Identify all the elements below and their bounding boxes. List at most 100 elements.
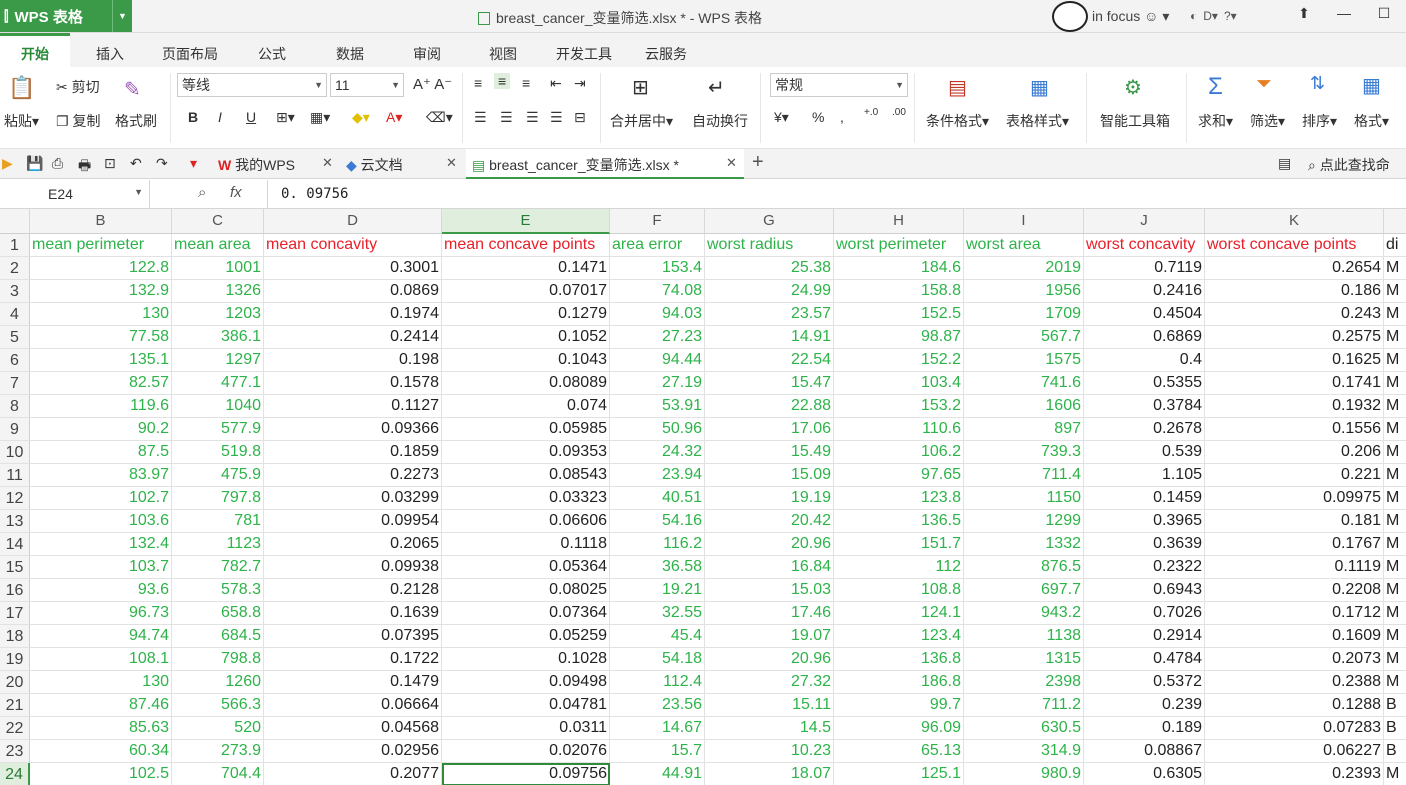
row-header[interactable]: 11: [0, 464, 30, 487]
table-cell[interactable]: 519.8: [172, 441, 264, 464]
tab-current-file[interactable]: ▤ breast_cancer_变量筛选.xlsx *: [466, 149, 744, 179]
align-right-icon[interactable]: ☰: [526, 109, 539, 126]
table-cell[interactable]: 94.74: [30, 625, 172, 648]
undo-icon[interactable]: ↶: [130, 149, 142, 179]
table-cell[interactable]: 32.55: [610, 602, 705, 625]
table-cell[interactable]: M: [1384, 280, 1406, 303]
table-cell[interactable]: 0.539: [1084, 441, 1205, 464]
table-cell[interactable]: 22.54: [705, 349, 834, 372]
table-cell[interactable]: 94.44: [610, 349, 705, 372]
table-cell[interactable]: 0.1741: [1205, 372, 1384, 395]
minimize-icon[interactable]: —: [1324, 5, 1364, 22]
close-icon[interactable]: ✕: [446, 155, 457, 171]
table-cell[interactable]: 15.49: [705, 441, 834, 464]
row-header[interactable]: 9: [0, 418, 30, 441]
table-cell[interactable]: M: [1384, 487, 1406, 510]
table-cell[interactable]: 0.2273: [264, 464, 442, 487]
table-cell[interactable]: 132.4: [30, 533, 172, 556]
header-cell[interactable]: worst area: [964, 234, 1084, 257]
table-cell[interactable]: 782.7: [172, 556, 264, 579]
table-cell[interactable]: 0.2575: [1205, 326, 1384, 349]
table-cell[interactable]: M: [1384, 303, 1406, 326]
restore-icon[interactable]: ⬆: [1284, 5, 1324, 22]
table-cell[interactable]: 0.1712: [1205, 602, 1384, 625]
user-name[interactable]: in focus ☺ ▾: [1092, 8, 1169, 25]
table-cell[interactable]: 0.06664: [264, 694, 442, 717]
header-cell[interactable]: mean concave points: [442, 234, 610, 257]
table-cell[interactable]: 0.3001: [264, 257, 442, 280]
close-icon[interactable]: ✕: [726, 155, 737, 171]
table-cell[interactable]: 1709: [964, 303, 1084, 326]
table-cell[interactable]: 54.16: [610, 510, 705, 533]
table-cell[interactable]: 152.5: [834, 303, 964, 326]
tab-cloud-docs[interactable]: ◆ 云文档: [346, 149, 403, 179]
row-header[interactable]: 1: [0, 234, 30, 257]
table-cell[interactable]: 15.11: [705, 694, 834, 717]
table-cell[interactable]: 0.7119: [1084, 257, 1205, 280]
new-tab-icon[interactable]: +: [752, 151, 764, 174]
column-header-C[interactable]: C: [172, 209, 264, 234]
table-cell[interactable]: 0.05985: [442, 418, 610, 441]
table-cell[interactable]: 130: [30, 671, 172, 694]
table-cell[interactable]: 0.1556: [1205, 418, 1384, 441]
font-name-select[interactable]: 等线 ▼: [177, 73, 327, 97]
table-cell[interactable]: 0.07395: [264, 625, 442, 648]
table-cell[interactable]: M: [1384, 763, 1406, 785]
table-cell[interactable]: 0.1127: [264, 395, 442, 418]
wrap-text-button[interactable]: 自动换行: [692, 111, 748, 131]
table-cell[interactable]: 1001: [172, 257, 264, 280]
table-cell[interactable]: 83.97: [30, 464, 172, 487]
table-cell[interactable]: 87.46: [30, 694, 172, 717]
table-cell[interactable]: 102.7: [30, 487, 172, 510]
table-cell[interactable]: 102.5: [30, 763, 172, 785]
table-cell[interactable]: 0.1118: [442, 533, 610, 556]
table-cell[interactable]: 0.2654: [1205, 257, 1384, 280]
table-cell[interactable]: 0.1043: [442, 349, 610, 372]
column-header-B[interactable]: B: [30, 209, 172, 234]
table-cell[interactable]: 0.2414: [264, 326, 442, 349]
table-cell[interactable]: 123.4: [834, 625, 964, 648]
table-cell[interactable]: 116.2: [610, 533, 705, 556]
table-cell[interactable]: B: [1384, 717, 1406, 740]
header-cell[interactable]: worst perimeter: [834, 234, 964, 257]
table-cell[interactable]: 314.9: [964, 740, 1084, 763]
row-header[interactable]: 23: [0, 740, 30, 763]
table-cell[interactable]: M: [1384, 441, 1406, 464]
smart-tools-button[interactable]: 智能工具箱: [1100, 111, 1170, 131]
table-cell[interactable]: 99.7: [834, 694, 964, 717]
help-icon[interactable]: ?▾: [1224, 9, 1237, 23]
select-all-corner[interactable]: [0, 209, 30, 234]
copy-button[interactable]: ❐ 复制: [56, 111, 100, 131]
number-format-select[interactable]: 常规 ▼: [770, 73, 908, 97]
table-cell[interactable]: 0.1052: [442, 326, 610, 349]
preview-icon[interactable]: ⊡: [104, 149, 116, 179]
table-cell[interactable]: 0.1479: [264, 671, 442, 694]
table-cell[interactable]: 98.87: [834, 326, 964, 349]
row-header[interactable]: 6: [0, 349, 30, 372]
table-cell[interactable]: 797.8: [172, 487, 264, 510]
skin-icon[interactable]: ◐: [1190, 9, 1197, 23]
table-cell[interactable]: 273.9: [172, 740, 264, 763]
table-cell[interactable]: 0.6869: [1084, 326, 1205, 349]
row-header[interactable]: 3: [0, 280, 30, 303]
table-cell[interactable]: 14.67: [610, 717, 705, 740]
table-cell[interactable]: M: [1384, 556, 1406, 579]
table-cell[interactable]: 0.05364: [442, 556, 610, 579]
table-cell[interactable]: 0.09938: [264, 556, 442, 579]
table-cell[interactable]: 77.58: [30, 326, 172, 349]
table-cell[interactable]: 122.8: [30, 257, 172, 280]
table-cell[interactable]: M: [1384, 533, 1406, 556]
table-cell[interactable]: 153.2: [834, 395, 964, 418]
table-cell[interactable]: 0.6943: [1084, 579, 1205, 602]
table-cell[interactable]: M: [1384, 648, 1406, 671]
table-cell[interactable]: 152.2: [834, 349, 964, 372]
filter-button[interactable]: 筛选▾: [1250, 111, 1285, 131]
indent-left-icon[interactable]: ⇤: [550, 75, 562, 92]
table-cell[interactable]: 1315: [964, 648, 1084, 671]
table-cell[interactable]: 684.5: [172, 625, 264, 648]
header-cell[interactable]: mean area: [172, 234, 264, 257]
table-cell[interactable]: 0.03299: [264, 487, 442, 510]
table-cell[interactable]: 23.94: [610, 464, 705, 487]
table-cell[interactable]: 0.08543: [442, 464, 610, 487]
table-cell[interactable]: 123.8: [834, 487, 964, 510]
